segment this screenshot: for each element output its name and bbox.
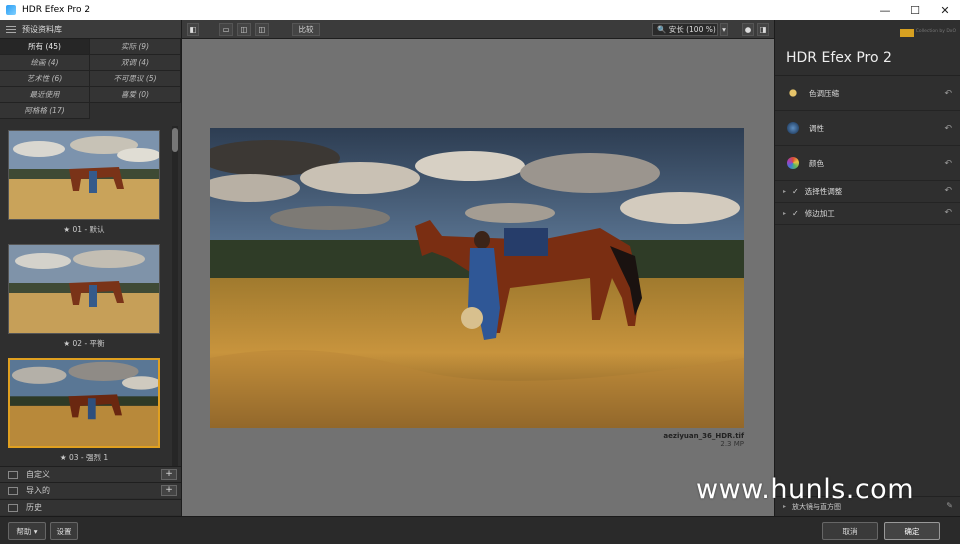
category-all[interactable]: 所有 (45) <box>0 39 90 55</box>
brand-header: Collection by DxO HDR Efex Pro 2 <box>775 20 960 76</box>
category-recent[interactable]: 最近使用 <box>0 87 90 103</box>
category-favorites[interactable]: 喜爱 (0) <box>90 87 181 103</box>
file-name: aeziyuan_36_HDR.tif <box>663 432 744 440</box>
preset-thumbnail-selected[interactable]: ★ 03 - 强烈 1 <box>8 358 160 463</box>
category-painterly[interactable]: 绘画 (4) <box>0 55 90 71</box>
undo-icon[interactable]: ↶ <box>944 186 952 196</box>
tonality-icon <box>787 122 799 134</box>
finishing-section[interactable]: ▸ ✓ 修边加工 ↶ <box>775 203 960 225</box>
undo-icon[interactable]: ↶ <box>944 159 952 169</box>
help-button[interactable]: 帮助 ▾ <box>8 522 46 540</box>
zoom-select[interactable]: 🔍 安长 (100 %) <box>652 23 718 36</box>
site-watermark: www.hunls.com <box>696 474 915 505</box>
ok-button[interactable]: 确定 <box>884 522 940 540</box>
brand-collection-text: Collection by DxO <box>915 29 956 34</box>
color-wheel-icon <box>787 157 799 169</box>
preset-thumbnails: ★ 01 - 默认 ★ 02 - 平衡 ★ 03 - 强烈 1 <box>0 124 170 486</box>
finishing-label: 修边加工 <box>804 209 835 218</box>
selective-adjustments-section[interactable]: ▸ ✓ 选择性调整 ↶ <box>775 181 960 203</box>
color-label: 颜色 <box>809 158 824 168</box>
close-button[interactable]: ✕ <box>930 0 960 20</box>
pin-icon[interactable]: ✎ <box>946 501 953 510</box>
bottom-bar: 帮助 ▾ 设置 取消 确定 <box>0 516 960 544</box>
preset-thumbnail[interactable]: ★ 02 - 平衡 <box>8 244 160 349</box>
scrollbar-thumb[interactable] <box>172 128 178 152</box>
cancel-button[interactable]: 取消 <box>822 522 878 540</box>
file-info: aeziyuan_36_HDR.tif 2.3 MP <box>663 432 744 448</box>
add-custom-button[interactable]: + <box>161 469 177 480</box>
compare-button[interactable]: 比较 <box>292 23 320 36</box>
tonality-label: 调性 <box>809 123 824 133</box>
toggle-left-panel-button[interactable]: ◧ <box>187 23 199 36</box>
window-controls: — ☐ ✕ <box>870 0 960 20</box>
category-artistic[interactable]: 艺术性 (6) <box>0 71 90 87</box>
preset-preview-image <box>8 358 160 448</box>
section-imported-label: 导入的 <box>26 486 50 495</box>
section-custom[interactable]: 自定义 + <box>0 466 181 482</box>
zoom-value: 🔍 安长 (100 %) <box>657 25 716 34</box>
enable-checkbox[interactable]: ✓ <box>792 187 799 196</box>
preset-thumbnail[interactable]: ★ 01 - 默认 <box>8 130 160 235</box>
preset-caption: ★ 03 - 强烈 1 <box>59 453 109 462</box>
bulb-icon[interactable]: ● <box>742 23 754 36</box>
minimize-button[interactable]: — <box>870 0 900 20</box>
library-header[interactable]: 预设资料库 <box>0 20 181 39</box>
preset-preview-image <box>8 244 160 334</box>
single-view-button[interactable]: ▭ <box>219 23 233 36</box>
history-icon <box>8 503 18 512</box>
tonality-section[interactable]: 调性 ↶ <box>775 111 960 146</box>
library-title: 预设资料库 <box>22 24 62 34</box>
section-history-label: 历史 <box>26 503 42 512</box>
menu-icon <box>6 24 16 35</box>
preview-photo <box>210 128 744 428</box>
split-view-button[interactable]: ◫ <box>237 23 251 36</box>
tone-compression-label: 色调压缩 <box>809 88 839 98</box>
undo-icon[interactable]: ↶ <box>944 89 952 99</box>
adjustments-panel: Collection by DxO HDR Efex Pro 2 色调压缩 ↶ … <box>774 20 960 516</box>
undo-icon[interactable]: ↶ <box>944 208 952 218</box>
folder-icon <box>8 470 18 479</box>
section-history[interactable]: 历史 <box>0 499 181 515</box>
selective-adjustments-label: 选择性调整 <box>804 187 843 196</box>
preset-caption: ★ 01 - 默认 <box>63 225 105 234</box>
color-section[interactable]: 颜色 ↶ <box>775 146 960 181</box>
section-imported[interactable]: 导入的 + <box>0 482 181 498</box>
title-bar: HDR Efex Pro 2 — ☐ ✕ <box>0 0 960 20</box>
section-custom-label: 自定义 <box>26 470 50 479</box>
category-grid: 所有 (45) 实际 (9) 绘画 (4) 双调 (4) 艺术性 (6) 不可思… <box>0 39 181 119</box>
category-surreal[interactable]: 不可思议 (5) <box>90 71 181 87</box>
preset-preview-image <box>8 130 160 220</box>
category-other[interactable]: 阿格格 (17) <box>0 103 90 119</box>
undo-icon[interactable]: ↶ <box>944 124 952 134</box>
view-toolbar: ◧ ▭ ◫ ◫ 比较 🔍 安长 (100 %) ▾ ● ◨ <box>182 20 774 39</box>
product-title: HDR Efex Pro 2 <box>786 50 892 66</box>
thumbnail-scrollbar[interactable] <box>172 126 178 482</box>
tone-compression-section[interactable]: 色调压缩 ↶ <box>775 76 960 111</box>
import-icon <box>8 486 18 495</box>
category-realistic[interactable]: 实际 (9) <box>90 39 181 55</box>
toggle-right-panel-button[interactable]: ◨ <box>757 23 769 36</box>
image-canvas[interactable]: aeziyuan_36_HDR.tif 2.3 MP <box>182 39 774 516</box>
sun-icon <box>787 87 799 99</box>
expand-arrow-icon[interactable]: ▸ <box>783 210 786 217</box>
file-size: 2.3 MP <box>720 440 744 448</box>
window-title: HDR Efex Pro 2 <box>22 5 91 15</box>
side-by-side-button[interactable]: ◫ <box>255 23 269 36</box>
app-icon <box>6 5 16 15</box>
enable-checkbox[interactable]: ✓ <box>792 209 799 218</box>
expand-arrow-icon[interactable]: ▸ <box>783 188 786 195</box>
add-imported-button[interactable]: + <box>161 485 177 496</box>
category-duotone[interactable]: 双调 (4) <box>90 55 181 71</box>
nik-logo <box>900 29 914 37</box>
settings-button[interactable]: 设置 <box>50 522 78 540</box>
maximize-button[interactable]: ☐ <box>900 0 930 20</box>
preset-caption: ★ 02 - 平衡 <box>63 339 105 348</box>
zoom-dropdown-icon[interactable]: ▾ <box>720 23 728 36</box>
preset-library-panel: 预设资料库 所有 (45) 实际 (9) 绘画 (4) 双调 (4) 艺术性 (… <box>0 20 182 516</box>
